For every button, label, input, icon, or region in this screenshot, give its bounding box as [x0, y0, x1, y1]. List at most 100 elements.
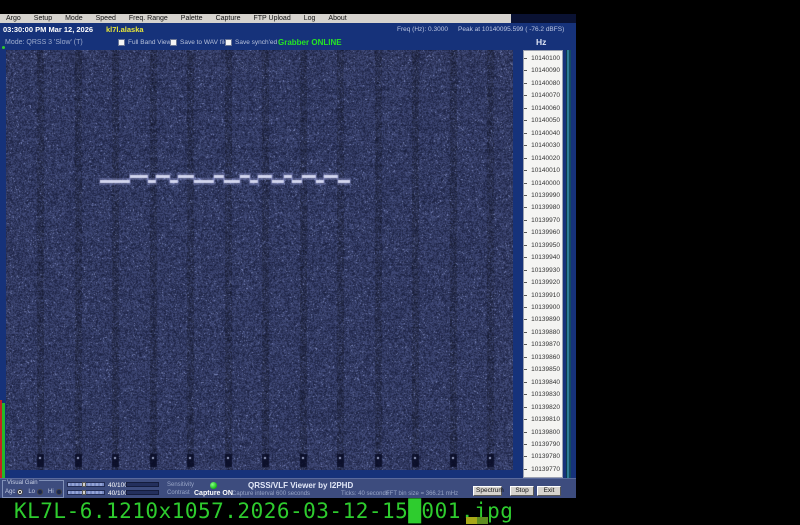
radio-circle[interactable]: [37, 489, 43, 495]
radio-label: Hi: [48, 489, 54, 495]
freq-scale-tick: [524, 207, 527, 208]
freq-scale-tick: [524, 108, 527, 109]
freq-scale-tick: [524, 332, 527, 333]
radio-hi[interactable]: Hi: [48, 489, 62, 495]
checkbox-label: Save to WAV file: [180, 39, 228, 46]
mode-label: Mode: QRSS 3 'Slow' (T): [5, 39, 83, 46]
scale-unit-label: Hz: [536, 37, 546, 47]
ticks-info: Ticks: 40 seconds: [341, 491, 389, 497]
freq-scale-label: 10139790: [524, 441, 560, 448]
contrast-value: 40/100: [108, 490, 128, 497]
freq-scale-tick: [524, 282, 527, 283]
freq-scale-label: 10139880: [524, 329, 560, 336]
menu-bar-filler: [511, 14, 576, 23]
menu-item-ftp-upload[interactable]: FTP Upload: [253, 15, 290, 23]
freq-scale-tick: [524, 295, 527, 296]
menu-item-capture[interactable]: Capture: [216, 15, 241, 23]
capture-interval-info: Capture interval 600 seconds: [232, 491, 310, 497]
menu-item-log[interactable]: Log: [304, 15, 316, 23]
stop-button[interactable]: Stop: [510, 486, 534, 496]
contrast-slider-thumb[interactable]: [82, 490, 86, 495]
radio-circle[interactable]: [17, 489, 23, 495]
waterfall-display[interactable]: [6, 50, 513, 470]
freq-scale-label: 10139970: [524, 217, 560, 224]
freq-scale-tick: [524, 145, 527, 146]
sensitivity-value: 40/100: [108, 482, 128, 489]
callsign-label: kl7l.alaska: [106, 25, 144, 34]
sensitivity-slider[interactable]: [67, 482, 105, 487]
freq-scale-label: 10139940: [524, 254, 560, 261]
grabber-status: Grabber ONLINE: [278, 38, 342, 47]
freq-scale-tick: [524, 319, 527, 320]
menu-item-speed[interactable]: Speed: [96, 15, 116, 23]
freq-scale-label: 10139820: [524, 404, 560, 411]
radio-lo[interactable]: Lo: [28, 489, 43, 495]
freq-scale-tick: [524, 220, 527, 221]
cursor-artifact-green: [477, 517, 488, 524]
freq-scale-label: 10139840: [524, 379, 560, 386]
freq-scale-label: 10139930: [524, 267, 560, 274]
checkbox-save-to-wav-file[interactable]: Save to WAV file: [170, 39, 228, 46]
level-indicator-bar: [566, 50, 571, 478]
checkbox-label: Save synch'ed: [235, 39, 277, 46]
checkbox-save-synch-ed[interactable]: Save synch'ed: [225, 39, 277, 46]
freq-scale-tick: [524, 432, 527, 433]
freq-scale-tick: [524, 456, 527, 457]
checkbox-label: Full Band View: [128, 39, 171, 46]
freq-scale-label: 10140040: [524, 130, 560, 137]
menu-item-freq-range[interactable]: Freq. Range: [129, 15, 168, 23]
freq-scale-tick: [524, 444, 527, 445]
freq-scale-tick: [524, 133, 527, 134]
peak-readout: Peak at 10140095.599 ( -76.2 dBFS): [458, 26, 564, 33]
freq-scale-tick: [524, 95, 527, 96]
radio-label: Lo: [28, 489, 35, 495]
freq-scale-label: 10140070: [524, 92, 560, 99]
freq-scale-tick: [524, 120, 527, 121]
freq-scale-tick: [524, 195, 527, 196]
contrast-label: Contrast: [167, 490, 190, 496]
freq-readout: Freq (Hz): 0.3000: [397, 26, 448, 33]
freq-scale-label: 10140020: [524, 155, 560, 162]
contrast-slider[interactable]: [67, 490, 105, 495]
spectrum-button[interactable]: Spectrum: [473, 486, 502, 496]
freq-scale-label: 10140050: [524, 117, 560, 124]
screen: Argo Setup Mode Speed Freq. Range Palette Capt…: [0, 0, 800, 525]
menu-item-about[interactable]: About: [328, 15, 346, 23]
freq-scale-label: 10139920: [524, 279, 560, 286]
freq-scale-tick: [524, 170, 527, 171]
visual-gain-title: Visual Gain: [6, 480, 39, 486]
freq-scale-tick: [524, 183, 527, 184]
freq-scale-label: 10139830: [524, 391, 560, 398]
checkbox-full-band-view[interactable]: Full Band View: [118, 39, 171, 46]
freq-scale-label: 10139780: [524, 453, 560, 460]
status-bar: Visual Gain AgcLoHi 40/100 Sensitivity 4…: [0, 478, 576, 498]
checkbox-box[interactable]: [170, 39, 177, 46]
visual-gain-radios: Agc Lo Hi: [5, 489, 62, 495]
radio-agc[interactable]: Agc: [5, 489, 23, 495]
sensitivity-meter: [126, 482, 159, 487]
freq-scale-label: 10140090: [524, 67, 560, 74]
menu-bar: Argo Setup Mode Speed Freq. Range Palette Capt…: [0, 14, 511, 23]
menu-item-mode[interactable]: Mode: [65, 15, 83, 23]
cursor-artifact-yellow: [466, 517, 477, 524]
checkbox-box[interactable]: [118, 39, 125, 46]
freq-scale-label: 10139900: [524, 304, 560, 311]
grab-filename: KL7L-6.1210x1057.2026-03-12-15█001.jpg: [14, 499, 513, 523]
exit-button[interactable]: Exit: [537, 486, 561, 496]
menu-item-setup[interactable]: Setup: [34, 15, 52, 23]
freq-scale-label: 10140100: [524, 55, 560, 62]
freq-scale-label: 10139770: [524, 466, 560, 473]
signal-indicator-green: [2, 403, 5, 478]
sensitivity-slider-thumb[interactable]: [82, 482, 86, 487]
menu-item-palette[interactable]: Palette: [181, 15, 203, 23]
freq-scale-tick: [524, 58, 527, 59]
freq-scale-tick: [524, 382, 527, 383]
freq-scale-tick: [524, 270, 527, 271]
menu-item-argo[interactable]: Argo: [6, 15, 21, 23]
freq-scale-tick: [524, 344, 527, 345]
radio-circle[interactable]: [56, 489, 62, 495]
checkbox-box[interactable]: [225, 39, 232, 46]
freq-scale-label: 10140080: [524, 80, 560, 87]
fft-bin-info: FFT bin size = 366.21 mHz: [386, 491, 458, 497]
mode-led-icon: [2, 46, 5, 49]
